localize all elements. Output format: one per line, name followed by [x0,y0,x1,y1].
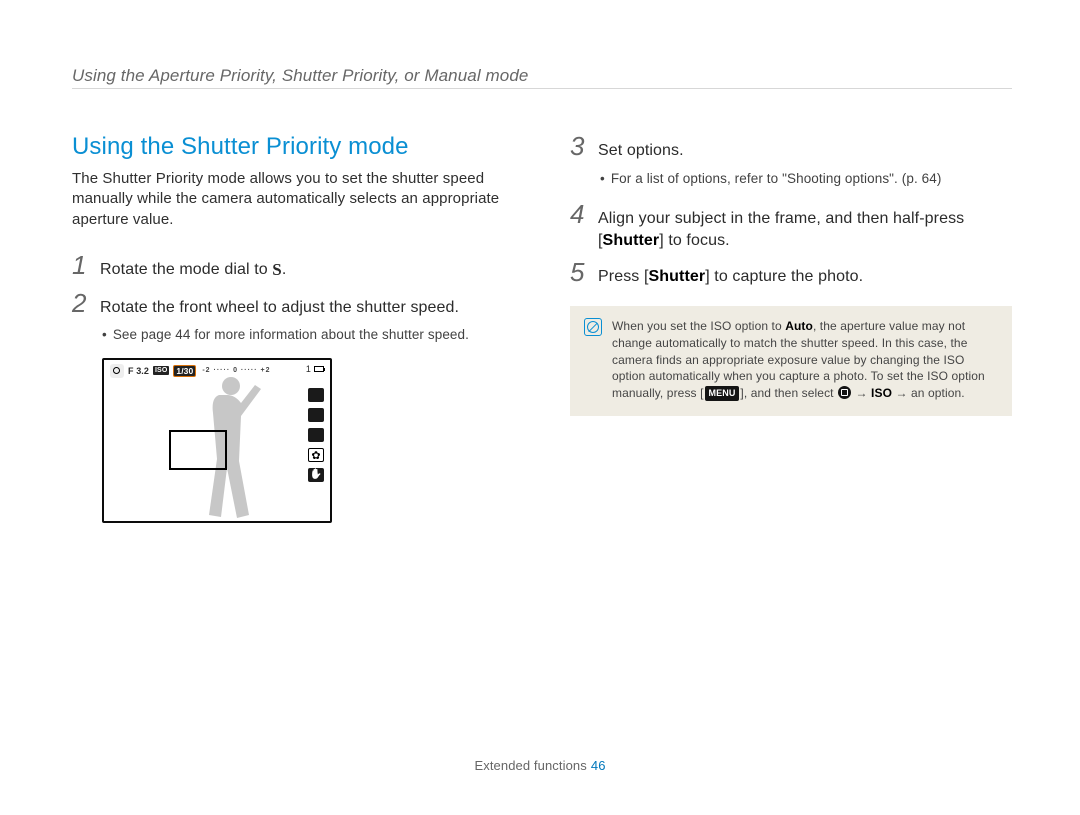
macro-icon [308,448,324,462]
step-number: 1 [72,252,90,278]
lcd-top-right: 1 [306,364,324,374]
step-text: Rotate the front wheel to adjust the shu… [100,291,459,319]
note-text: When you set the ISO option to Auto, the… [612,318,998,402]
step-2: 2 Rotate the front wheel to adjust the s… [72,290,514,319]
step-number: 3 [570,133,588,159]
battery-icon [314,366,324,372]
mode-s-icon: S [272,260,282,279]
quality-super-fine-icon [308,408,324,422]
step-4: 4 Align your subject in the frame, and t… [570,201,1012,251]
footer-section: Extended functions [474,758,586,773]
aperture-value: F 3.2 [128,366,149,376]
intro-paragraph: The Shutter Priority mode allows you to … [72,169,514,230]
step-text: Set options. [598,134,684,162]
page-number: 46 [591,758,606,773]
size-icon [308,388,324,402]
step-3-sub: For a list of options, refer to "Shootin… [600,170,1012,188]
iso-icon: ISO [153,366,169,375]
note-icon [584,318,602,336]
metering-icon [308,428,324,442]
right-column: 3 Set options. For a list of options, re… [570,133,1012,523]
step-2-sub: See page 44 for more information about t… [102,326,514,344]
step-1: 1 Rotate the mode dial to S. [72,252,514,282]
step-text: Rotate the mode dial to S. [100,253,286,282]
content-columns: Using the Shutter Priority mode The Shut… [72,133,1012,523]
focus-rectangle [169,430,227,470]
step-text: Align your subject in the frame, and the… [598,202,1012,251]
step-5: 5 Press [Shutter] to capture the photo. [570,259,1012,288]
page-footer: Extended functions 46 [0,758,1080,773]
step-number: 2 [72,290,90,316]
camera-screen-illustration: F 3.2 ISO 1/30 -2 ····· 0 ····· +2 1 [102,358,332,523]
step-text: Press [Shutter] to capture the photo. [598,260,863,288]
section-title: Using the Shutter Priority mode [72,133,514,161]
lcd-right-icons [308,388,324,482]
stabilizer-icon [308,468,324,482]
camera-icon-chip [838,386,851,399]
running-header: Using the Aperture Priority, Shutter Pri… [72,66,1012,89]
quality-icon [110,364,124,378]
left-column: Using the Shutter Priority mode The Shut… [72,133,514,523]
step-number: 5 [570,259,588,285]
step-number: 4 [570,201,588,227]
shots-remaining: 1 [306,364,311,374]
note-box: When you set the ISO option to Auto, the… [570,306,1012,416]
step-3: 3 Set options. [570,133,1012,162]
menu-button-chip: MENU [705,386,740,401]
